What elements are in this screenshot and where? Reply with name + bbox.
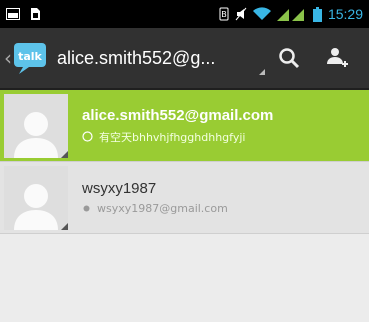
account-title[interactable]: alice.smith552@g... xyxy=(57,48,265,75)
up-caret-icon[interactable]: ‹ xyxy=(4,46,12,70)
contact-name: wsyxy1987 xyxy=(82,180,157,197)
mute-icon xyxy=(235,7,247,21)
status-time: 15:29 xyxy=(327,6,363,22)
avatar[interactable] xyxy=(4,93,68,158)
contact-item-alice[interactable]: alice.smith552@gmail.com 有空天bhhvhjfhgghd… xyxy=(0,90,369,162)
svg-text:B: B xyxy=(221,10,227,19)
offline-status-icon xyxy=(82,204,91,213)
contact-email: wsyxy1987@gmail.com xyxy=(97,202,228,215)
screenshot-icon xyxy=(6,8,20,20)
contact-item-wsyxy1987[interactable]: wsyxy1987 wsyxy1987@gmail.com xyxy=(0,162,369,234)
contact-email: alice.smith552@gmail.com xyxy=(82,106,274,124)
battery-icon xyxy=(312,6,322,22)
avatar[interactable] xyxy=(4,165,68,230)
svg-text:talk: talk xyxy=(18,50,42,63)
add-friend-icon[interactable] xyxy=(313,34,361,82)
status-bar: B 15:29 xyxy=(0,0,369,28)
search-icon[interactable] xyxy=(265,34,313,82)
wifi-icon xyxy=(252,7,271,21)
signal-icon xyxy=(276,7,307,21)
status-message: 有空天bhhvhjfhgghdhhgfyji xyxy=(99,130,246,144)
action-bar: ‹ talk alice.smith552@g... xyxy=(0,28,369,90)
available-status-icon xyxy=(82,131,93,142)
sim-icon xyxy=(28,7,42,21)
battery-saver-icon: B xyxy=(219,7,229,21)
talk-logo[interactable]: talk xyxy=(13,41,47,75)
